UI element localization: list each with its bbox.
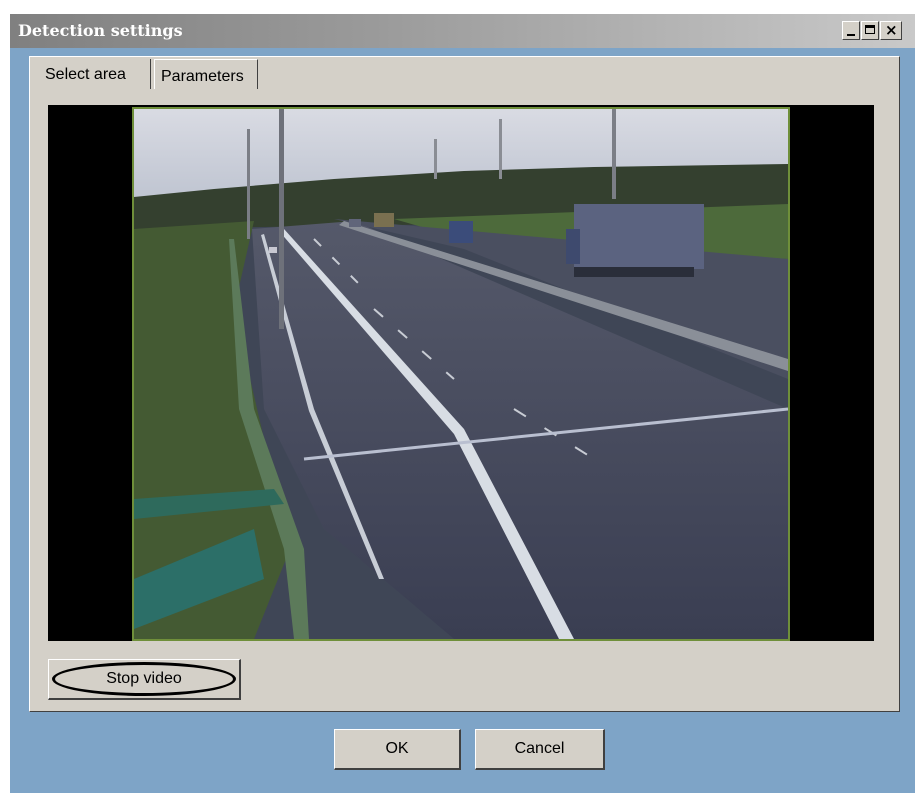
ok-button[interactable]: OK (334, 729, 461, 770)
cancel-button[interactable]: Cancel (475, 729, 605, 770)
stop-video-button[interactable]: Stop video (48, 659, 241, 700)
tab-parameters[interactable]: Parameters (154, 59, 258, 89)
minimize-button[interactable] (842, 21, 860, 40)
title-bar[interactable]: Detection settings × (10, 14, 915, 48)
video-frame[interactable] (132, 107, 790, 641)
maximize-button[interactable] (861, 21, 879, 40)
minimize-icon (847, 34, 855, 36)
maximize-icon (865, 25, 875, 34)
tab-select-area[interactable]: Select area (39, 59, 151, 89)
window-title: Detection settings (18, 21, 183, 40)
video-view[interactable] (48, 105, 874, 641)
close-button[interactable]: × (880, 21, 902, 40)
close-icon: × (885, 21, 898, 39)
stop-video-label: Stop video (106, 670, 182, 687)
highway-camera-image (134, 109, 788, 639)
tab-panel: Select area Parameters Stop video (29, 56, 900, 712)
